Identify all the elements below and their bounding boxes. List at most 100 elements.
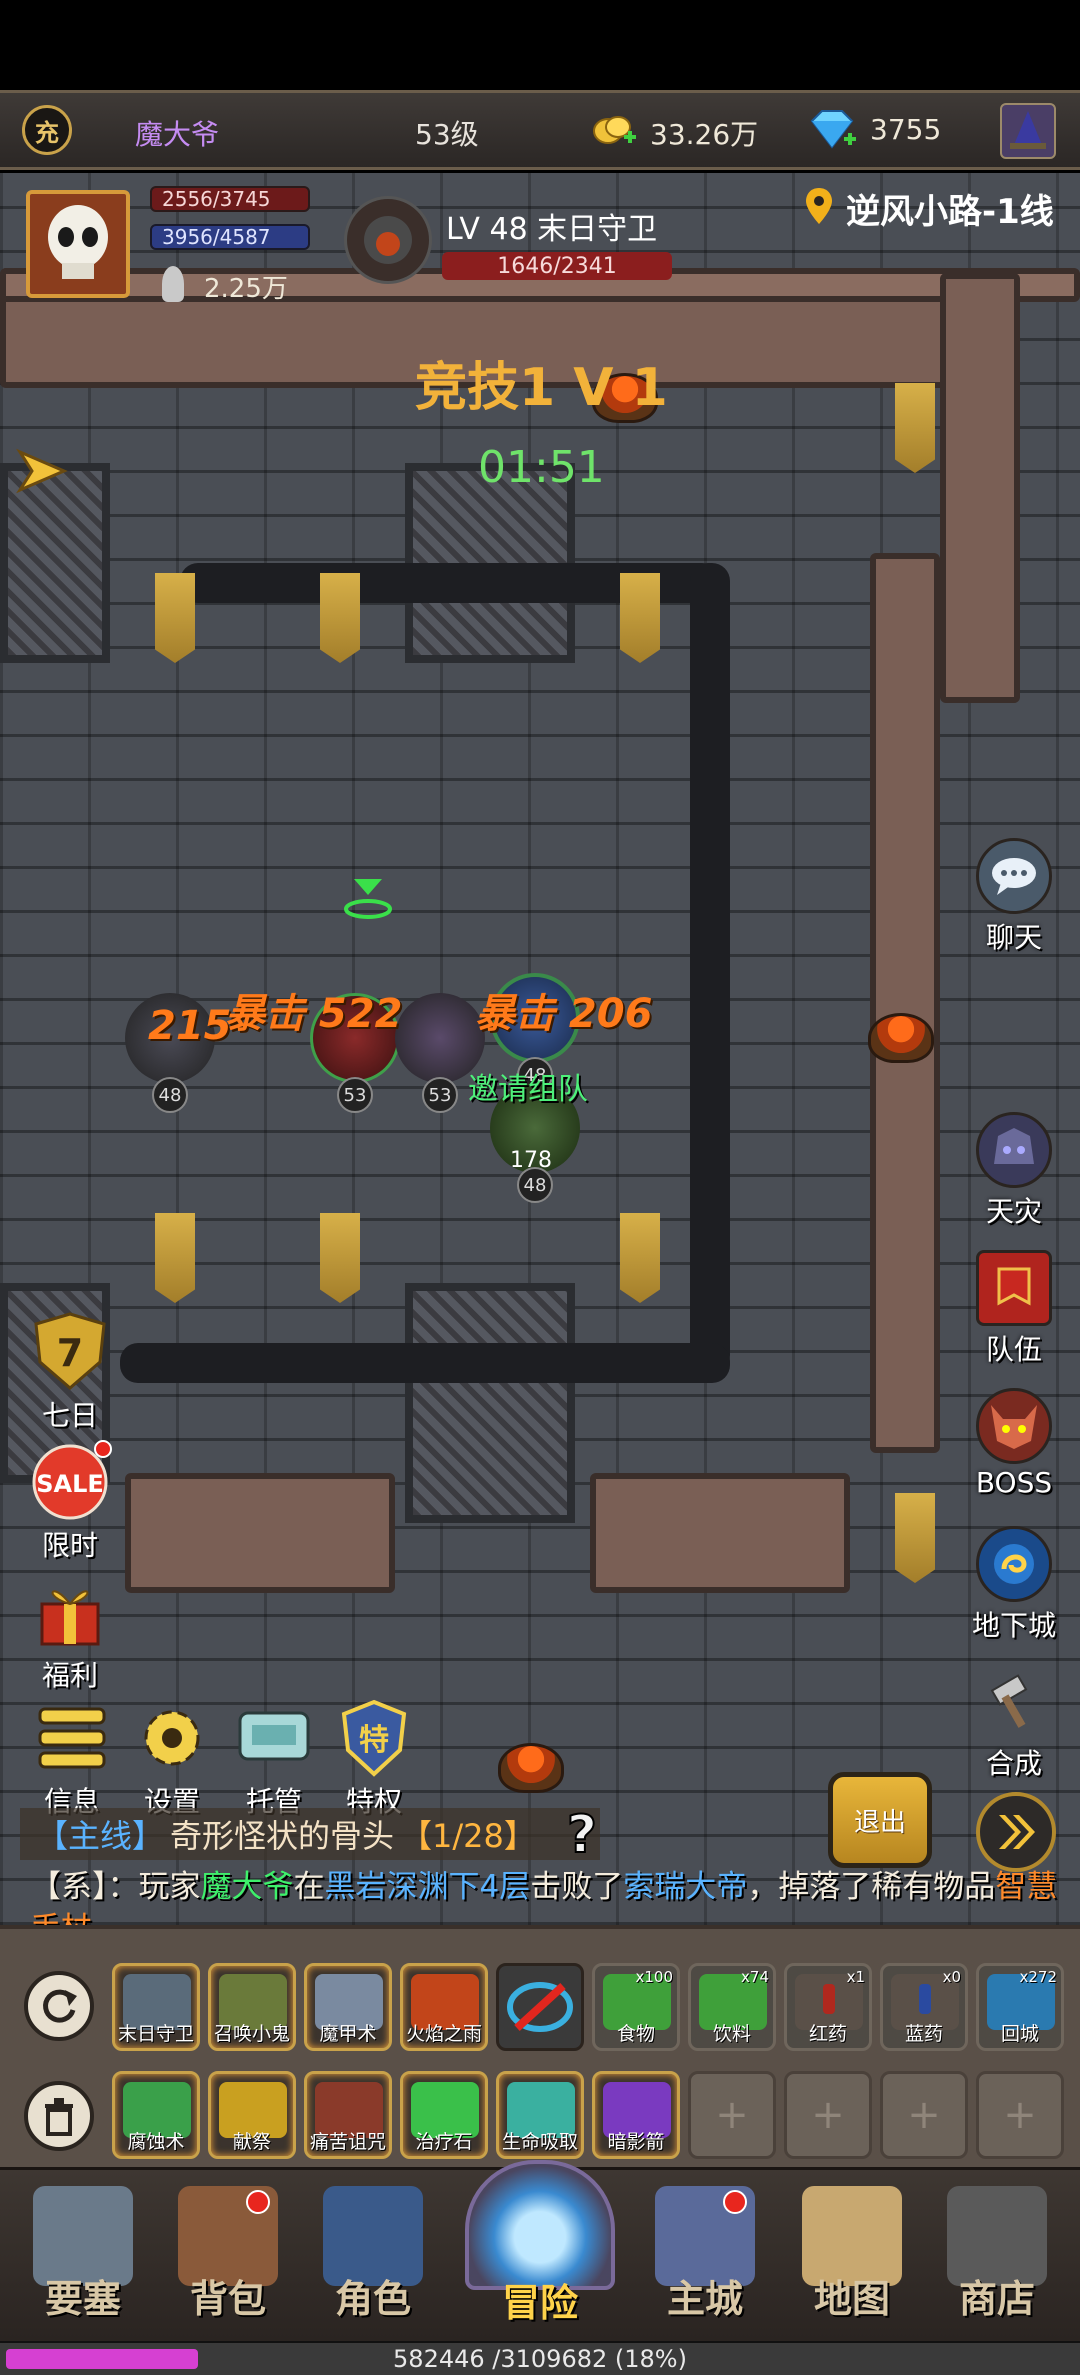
combat-power: 2.25万: [204, 274, 288, 304]
swap-skill-button[interactable]: [24, 1971, 94, 2041]
empty-slot[interactable]: +: [880, 2071, 968, 2159]
skull-helm-icon: [976, 1112, 1052, 1188]
disabled-slot[interactable]: [496, 1963, 584, 2051]
diamond-icon[interactable]: [806, 107, 858, 151]
chat-icon: [976, 838, 1052, 914]
chat-button[interactable]: 聊天: [964, 838, 1064, 956]
damage-number: 215: [148, 1003, 232, 1049]
empty-slot[interactable]: +: [784, 2071, 872, 2159]
item-slot[interactable]: x1 红药: [784, 1963, 872, 2051]
empty-slot[interactable]: +: [688, 2071, 776, 2159]
skill-slot[interactable]: 献祭: [208, 2071, 296, 2159]
info-button[interactable]: 信息: [24, 1696, 120, 1820]
skill-slot[interactable]: 暗影箭: [592, 2071, 680, 2159]
pit-edge: [120, 1343, 730, 1383]
target-hp-bar: 1646/2341: [442, 252, 672, 280]
crit-damage-number: 暴击 206: [475, 991, 653, 1037]
exit-arena-button[interactable]: 退出: [828, 1772, 932, 1868]
sale-icon: SALE: [28, 1440, 112, 1524]
game-map[interactable]: 48 53 53 48 48 215 暴击 522 暴击 206 178: [0, 173, 1080, 1925]
banner: [895, 383, 935, 473]
empty-slot[interactable]: +: [976, 2071, 1064, 2159]
skill-slot[interactable]: 召唤小鬼: [208, 1963, 296, 2051]
item-slot[interactable]: x74 饮料: [688, 1963, 776, 2051]
item-slot[interactable]: x0 蓝药: [880, 1963, 968, 2051]
system-status-bar: [0, 0, 1080, 90]
skill-slot[interactable]: 治疗石: [400, 2071, 488, 2159]
skill-bar: 末日守卫 召唤小鬼 魔甲术 火焰之雨 x100 食物 x74 饮料 x1 红药 x0 蓝…: [0, 1925, 1080, 2167]
settings-button[interactable]: 设置: [124, 1696, 220, 1820]
power-icon: [162, 266, 184, 302]
skill-slot[interactable]: 痛苦诅咒: [304, 2071, 392, 2159]
double-chevron-right-icon: [999, 1815, 1035, 1849]
banner: [620, 1213, 660, 1303]
resource-bar: 充 魔大爷 53级 33.26万 3755: [0, 90, 1080, 170]
gold-icon[interactable]: [590, 109, 640, 149]
nav-map[interactable]: 地图: [787, 2186, 917, 2323]
wall-right: [870, 553, 940, 1453]
nav-fortress[interactable]: 要塞: [18, 2186, 148, 2323]
discard-button[interactable]: [24, 2081, 94, 2151]
nav-shop[interactable]: 商店: [932, 2186, 1062, 2323]
next-button[interactable]: [976, 1792, 1056, 1872]
experience-bar: 582446 /3109682 (18%): [0, 2341, 1080, 2375]
quest-progress: 【1/28】: [400, 1817, 536, 1855]
item-slot[interactable]: x272 回城: [976, 1963, 1064, 2051]
limited-sale-button[interactable]: SALE 限时: [22, 1440, 118, 1564]
no-entry-icon: [507, 1982, 573, 2032]
auto-icon: [232, 1696, 316, 1780]
seven-day-button[interactable]: 7 七日: [22, 1310, 118, 1434]
banner: [155, 1213, 195, 1303]
svg-text:7: 7: [57, 1331, 83, 1375]
arena-title: 竞技1 V 1: [415, 358, 668, 418]
recharge-button[interactable]: 充: [22, 105, 72, 155]
item-slot[interactable]: x100 食物: [592, 1963, 680, 2051]
wall-right-upper: [940, 273, 1020, 703]
nav-backpack[interactable]: 背包: [163, 2186, 293, 2323]
target-name: LV 48 末日守卫: [446, 212, 658, 247]
banner: [895, 1493, 935, 1583]
location-name[interactable]: 逆风小路-1线: [846, 184, 1054, 233]
menu-icon: [30, 1696, 114, 1780]
skill-slot[interactable]: 火焰之雨: [400, 1963, 488, 2051]
bottom-navigation: 要塞 背包 角色 冒险 主城 地图 商店: [0, 2160, 1080, 2341]
wizard-hat-icon[interactable]: [1000, 103, 1056, 159]
banner: [155, 573, 195, 663]
quest-tracker[interactable]: 【主线】 奇形怪状的骨头 【1/28】: [20, 1808, 600, 1860]
skill-slot[interactable]: 生命吸取: [496, 2071, 584, 2159]
fire-cauldron: [498, 1743, 564, 1793]
invite-team-label[interactable]: 邀请组队: [468, 1064, 588, 1108]
demon-icon: [976, 1388, 1052, 1464]
gift-icon: [28, 1570, 112, 1654]
expand-arrow-icon[interactable]: [16, 448, 68, 494]
nav-character[interactable]: 角色: [308, 2186, 438, 2323]
fire-cauldron: [868, 1013, 934, 1063]
skill-slot[interactable]: 魔甲术: [304, 1963, 392, 2051]
trash-icon: [45, 2098, 73, 2136]
team-button[interactable]: 队伍: [964, 1250, 1064, 1368]
privilege-button[interactable]: 特 特权: [326, 1696, 422, 1820]
skill-slot[interactable]: 末日守卫: [112, 1963, 200, 2051]
dungeon-button[interactable]: 地下城: [964, 1526, 1064, 1644]
skill-slot[interactable]: 腐蚀术: [112, 2071, 200, 2159]
crit-damage-number: 暴击 522: [225, 991, 403, 1037]
svg-text:SALE: SALE: [36, 1470, 104, 1498]
scourge-button[interactable]: 天灾: [964, 1112, 1064, 1230]
boss-button[interactable]: BOSS: [964, 1388, 1064, 1499]
svg-text:特: 特: [359, 1723, 389, 1758]
welfare-button[interactable]: 福利: [22, 1570, 118, 1694]
team-flag-icon: [976, 1250, 1052, 1326]
nav-adventure[interactable]: 冒险: [460, 2160, 620, 2327]
player-mp-bar: 3956/4587: [150, 224, 310, 250]
svg-text:?: ?: [567, 1806, 597, 1862]
craft-button[interactable]: 合成: [964, 1664, 1064, 1782]
target-avatar[interactable]: [344, 196, 432, 284]
player-avatar[interactable]: [26, 190, 130, 298]
help-icon[interactable]: ?: [556, 1806, 608, 1862]
pit-edge: [690, 563, 730, 1373]
auto-battle-button[interactable]: 托管: [226, 1696, 322, 1820]
nav-main-city[interactable]: 主城: [640, 2186, 770, 2323]
gold-amount: 33.26万: [650, 118, 759, 151]
wall-lower-right: [590, 1473, 850, 1593]
enemy-hp-label: 178: [510, 1148, 552, 1173]
